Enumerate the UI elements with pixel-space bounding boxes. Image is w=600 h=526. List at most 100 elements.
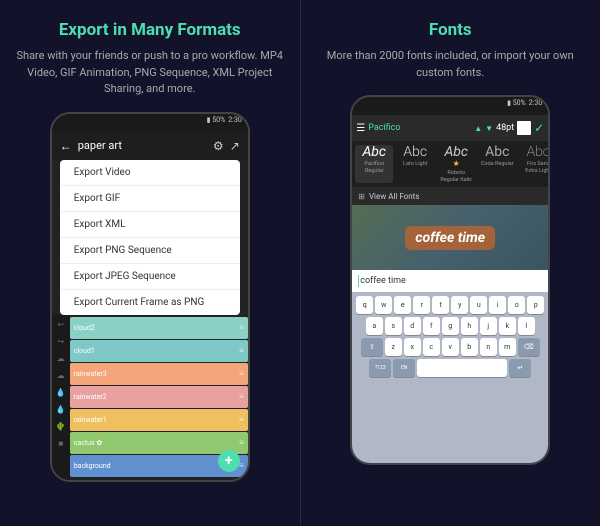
key-o[interactable]: o [508,296,525,314]
drop2-icon[interactable]: 💧 [55,404,67,416]
key-c[interactable]: c [423,338,440,356]
font-label-pacifico: PacificoRegular [364,161,384,174]
confirm-icon[interactable]: ✓ [534,121,544,135]
key-r[interactable]: r [413,296,430,314]
key-e[interactable]: e [394,296,411,314]
right-desc: More than 2000 fonts included, or import… [316,48,586,81]
key-u[interactable]: u [470,296,487,314]
phone-left: ▮ 50% 2:30 ← paper art ⚙ ↗ Export Video … [50,112,250,482]
drop-icon[interactable]: 💧 [55,387,67,399]
tool-sidebar: ↩ ↪ ☁ ☁ 💧 💧 🌵 ■ [52,315,70,480]
font-label-coda: Coda Regular [481,161,514,168]
key-y[interactable]: y [451,296,468,314]
key-g[interactable]: g [442,317,459,335]
key-z[interactable]: z [385,338,402,356]
export-xml[interactable]: Export XML [60,212,240,238]
app-header-left: ← paper art ⚙ ↗ [52,132,248,160]
export-video[interactable]: Export Video [60,160,240,186]
font-label-lato: Lato Light [403,161,427,168]
font-label-roboto: RobotoRegular Italic [440,170,472,183]
left-title: Export in Many Formats [59,20,241,40]
key-backspace[interactable]: ⌫ [518,338,540,356]
key-space[interactable] [417,359,507,377]
layer-cloud2[interactable]: cloud2 ≡ [70,317,248,339]
key-x[interactable]: x [404,338,421,356]
view-all-fonts-label: View All Fonts [369,192,419,201]
square-icon[interactable]: ■ [55,438,67,450]
battery-left: ▮ 50% [207,116,226,124]
font-abc-coda: Abc [485,145,509,159]
font-abc-pacifico: Abc [362,145,386,159]
key-w[interactable]: w [375,296,392,314]
key-row-3: ⇧ z x c v b n m ⌫ [354,338,546,356]
fab-add-button[interactable]: + [218,450,240,472]
export-current-frame[interactable]: Export Current Frame as PNG [60,290,240,315]
key-f[interactable]: f [423,317,440,335]
phone-notch-left: ▮ 50% 2:30 [52,114,248,132]
key-t[interactable]: t [432,296,449,314]
redo-icon[interactable]: ↪ [55,336,67,348]
right-title: Fonts [429,20,472,40]
font-name-button[interactable]: Pacifico [368,123,471,133]
key-a[interactable]: a [366,317,383,335]
layer-rainwater2[interactable]: rainwater2 ≡ [70,386,248,408]
menu-icon[interactable]: ☰ [356,123,365,134]
chevron-up-icon[interactable]: ▲ [474,124,482,133]
key-v[interactable]: v [442,338,459,356]
undo-icon[interactable]: ↩ [55,319,67,331]
key-j[interactable]: j [480,317,497,335]
status-bar-right: ▮ 50% 2:30 [501,99,548,107]
key-k[interactable]: k [499,317,516,335]
key-b[interactable]: b [461,338,478,356]
layer-rainwater1[interactable]: rainwater1 ≡ [70,409,248,431]
font-sample-coda[interactable]: Abc Coda Regular [478,145,516,183]
font-abc-roboto: Abc [444,145,468,159]
grid-icon: ⊞ [358,192,365,201]
font-sample-lato[interactable]: Abc Lato Light [396,145,434,183]
export-jpeg-sequence[interactable]: Export JPEG Sequence [60,264,240,290]
view-all-fonts-bar[interactable]: ⊞ View All Fonts [352,187,548,205]
phone-right: ▮ 50% 2:30 ☰ Pacifico ▲ ▼ 48pt ✓ Abc Pac… [350,95,550,465]
key-num[interactable]: ?123 [369,359,391,377]
key-i[interactable]: i [489,296,506,314]
settings-icon[interactable]: ⚙ [213,139,224,153]
key-l[interactable]: l [518,317,535,335]
font-samples-row: Abc PacificoRegular Abc Lato Light Abc ★… [352,141,548,187]
text-input-value: coffee time [360,276,406,286]
layer-rainwater3[interactable]: rainwater3 ≡ [70,363,248,385]
key-q[interactable]: q [356,296,373,314]
cloud2-icon[interactable]: ☁ [55,370,67,382]
export-png-sequence[interactable]: Export PNG Sequence [60,238,240,264]
font-sample-roboto[interactable]: Abc ★ RobotoRegular Italic [437,145,475,183]
back-arrow-icon[interactable]: ← [60,139,72,153]
export-gif[interactable]: Export GIF [60,186,240,212]
font-abc-lato: Abc [403,145,427,159]
right-panel: Fonts More than 2000 fonts included, or … [301,0,600,526]
chevron-down-icon[interactable]: ▼ [485,124,493,133]
cloud-icon[interactable]: ☁ [55,353,67,365]
key-s[interactable]: s [385,317,402,335]
font-color-square[interactable] [517,121,531,135]
cactus-icon[interactable]: 🌵 [55,421,67,433]
font-label-firs: Firs SansExtra Light [525,161,548,174]
layer-cloud1[interactable]: cloud1 ≡ [70,340,248,362]
share-icon[interactable]: ↗ [230,139,240,153]
key-row-4: ?123 EN ↵ [354,359,546,377]
layer-cactus[interactable]: cactus ✿ ≡ [70,432,248,454]
key-p[interactable]: p [527,296,544,314]
key-shift[interactable]: ⇧ [361,338,383,356]
key-n[interactable]: n [480,338,497,356]
key-d[interactable]: d [404,317,421,335]
left-desc: Share with your friends or push to a pro… [15,48,285,98]
key-h[interactable]: h [461,317,478,335]
font-size-button[interactable]: 48pt [496,123,514,133]
star-icon: ★ [453,159,460,168]
font-sample-firs[interactable]: Abc Firs SansExtra Light [519,145,548,183]
canvas-preview: coffee time [352,205,548,270]
text-input-area[interactable]: coffee time [352,270,548,292]
font-toolbar: ☰ Pacifico ▲ ▼ 48pt ✓ [352,115,548,141]
key-enter[interactable]: ↵ [509,359,531,377]
key-m[interactable]: m [499,338,516,356]
font-sample-pacifico[interactable]: Abc PacificoRegular [355,145,393,183]
key-lang[interactable]: EN [393,359,415,377]
